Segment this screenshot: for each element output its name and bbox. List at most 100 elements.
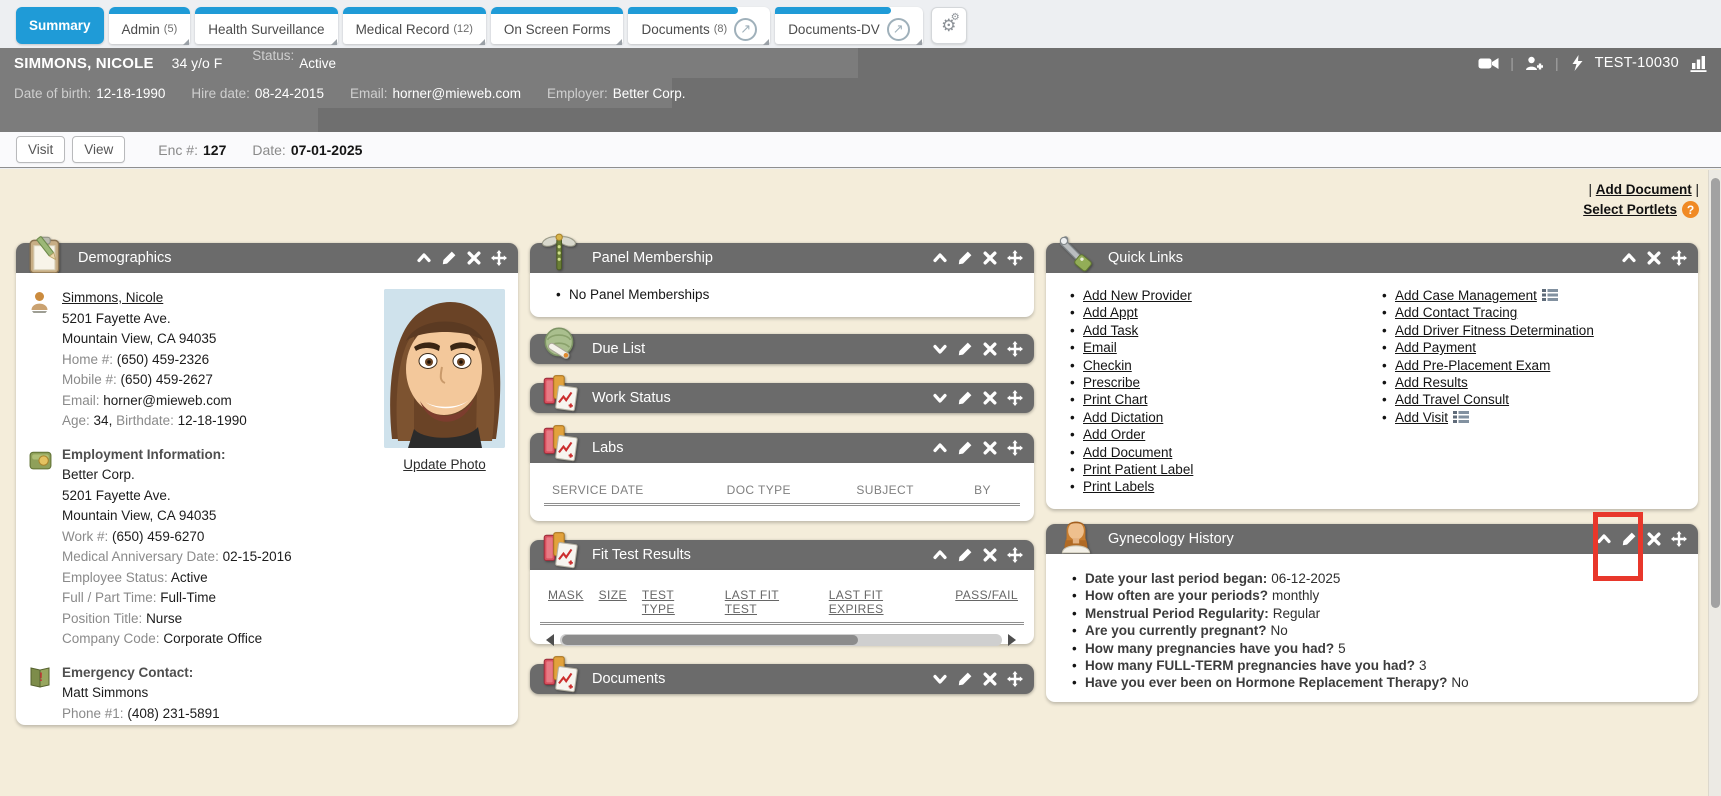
- tab-admin[interactable]: Admin (5): [109, 7, 191, 44]
- move-icon[interactable]: [1007, 341, 1023, 357]
- portlet-title: Gynecology History: [1108, 524, 1234, 554]
- tab-medical-record[interactable]: Medical Record (12): [343, 7, 486, 44]
- open-new-window-icon[interactable]: ↗: [734, 18, 757, 41]
- quick-link[interactable]: Add Case Management: [1395, 288, 1537, 303]
- close-icon[interactable]: [982, 390, 998, 406]
- quick-link[interactable]: Prescribe: [1083, 375, 1140, 390]
- quick-link-item: Add Case Management: [1378, 287, 1690, 304]
- close-icon[interactable]: [982, 250, 998, 266]
- close-icon[interactable]: [982, 341, 998, 357]
- move-icon[interactable]: [1007, 440, 1023, 456]
- fit-col-last-fit-expires[interactable]: LAST FIT EXPIRES: [829, 588, 941, 616]
- edit-pencil-icon[interactable]: [957, 341, 973, 357]
- tab-label: Documents: [641, 22, 709, 37]
- tab-documents-dv[interactable]: Documents-DV ↗: [775, 7, 923, 44]
- edit-pencil-icon[interactable]: [441, 250, 457, 266]
- employer-line: Better Corp.: [62, 467, 135, 482]
- add-document-link[interactable]: Add Document: [1596, 182, 1692, 197]
- collapse-icon[interactable]: [1621, 250, 1637, 266]
- add-person-icon[interactable]: [1525, 56, 1544, 71]
- quick-link[interactable]: Add Travel Consult: [1395, 392, 1509, 407]
- tab-documents[interactable]: Documents (8) ↗: [628, 7, 770, 44]
- scroll-left-arrow-icon[interactable]: [546, 634, 554, 646]
- close-icon[interactable]: [1646, 250, 1662, 266]
- expand-icon[interactable]: [932, 390, 948, 406]
- gyn-question: Menstrual Period Regularity:: [1085, 606, 1269, 621]
- quick-link[interactable]: Add Dictation: [1083, 410, 1163, 425]
- select-portlets-link[interactable]: Select Portlets: [1583, 202, 1677, 217]
- quick-link[interactable]: Add Payment: [1395, 340, 1476, 355]
- quick-link-item: Print Chart: [1066, 391, 1378, 408]
- portlet-header-panel-membership: Panel Membership: [530, 243, 1034, 273]
- edit-pencil-icon[interactable]: [957, 440, 973, 456]
- flowsheet-chart-icon[interactable]: [1690, 55, 1707, 72]
- quick-link[interactable]: Checkin: [1083, 358, 1132, 373]
- quick-link[interactable]: Add Pre-Placement Exam: [1395, 358, 1550, 373]
- open-new-window-icon[interactable]: ↗: [887, 18, 910, 41]
- quick-link[interactable]: Add Document: [1083, 445, 1172, 460]
- labs-col-doc-type[interactable]: DOC TYPE: [727, 483, 857, 497]
- labs-col-subject[interactable]: SUBJECT: [856, 483, 974, 497]
- edit-pencil-icon[interactable]: [957, 671, 973, 687]
- quick-link[interactable]: Add Contact Tracing: [1395, 305, 1517, 320]
- scrollbar-track[interactable]: [560, 634, 1002, 646]
- company-code-label: Company Code:: [62, 631, 160, 646]
- edit-pencil-icon[interactable]: [957, 390, 973, 406]
- close-icon[interactable]: [466, 250, 482, 266]
- quick-link[interactable]: Add New Provider: [1083, 288, 1192, 303]
- collapse-icon[interactable]: [932, 440, 948, 456]
- scroll-right-arrow-icon[interactable]: [1008, 634, 1016, 646]
- move-icon[interactable]: [491, 250, 507, 266]
- move-icon[interactable]: [1007, 390, 1023, 406]
- close-icon[interactable]: [982, 547, 998, 563]
- fit-col-size[interactable]: SIZE: [599, 588, 627, 616]
- page-scrollbar-thumb[interactable]: [1711, 178, 1720, 608]
- quick-link[interactable]: Print Patient Label: [1083, 462, 1193, 477]
- expand-icon[interactable]: [932, 671, 948, 687]
- quick-action-bolt-icon[interactable]: [1570, 55, 1584, 71]
- tab-settings-button[interactable]: ⚙ ⚙: [931, 7, 967, 44]
- quick-link[interactable]: Email: [1083, 340, 1117, 355]
- fit-col-mask[interactable]: MASK: [548, 588, 584, 616]
- fit-col-test-type[interactable]: TEST TYPE: [642, 588, 710, 616]
- quick-link[interactable]: Print Labels: [1083, 479, 1154, 494]
- page-vertical-scrollbar[interactable]: [1708, 170, 1721, 796]
- quick-link[interactable]: Add Results: [1395, 375, 1468, 390]
- edit-pencil-icon[interactable]: [957, 547, 973, 563]
- scrollbar-thumb[interactable]: [562, 635, 858, 645]
- fit-col-pass-fail[interactable]: PASS/FAIL: [955, 588, 1018, 616]
- close-icon[interactable]: [982, 440, 998, 456]
- fit-col-last-fit-test[interactable]: LAST FIT TEST: [725, 588, 814, 616]
- patient-name-link[interactable]: Simmons, Nicole: [62, 290, 163, 305]
- quick-link[interactable]: Add Appt: [1083, 305, 1138, 320]
- move-icon[interactable]: [1007, 547, 1023, 563]
- status-value: Active: [299, 56, 336, 71]
- move-icon[interactable]: [1671, 250, 1687, 266]
- view-button[interactable]: View: [72, 136, 125, 163]
- collapse-icon[interactable]: [416, 250, 432, 266]
- quick-link[interactable]: Add Order: [1083, 427, 1145, 442]
- collapse-icon[interactable]: [932, 547, 948, 563]
- expand-icon[interactable]: [932, 341, 948, 357]
- quick-link[interactable]: Add Driver Fitness Determination: [1395, 323, 1594, 338]
- move-icon[interactable]: [1007, 250, 1023, 266]
- quick-link[interactable]: Add Task: [1083, 323, 1138, 338]
- quick-link[interactable]: Add Visit: [1395, 410, 1448, 425]
- tab-summary[interactable]: Summary: [16, 7, 104, 44]
- close-icon[interactable]: [1646, 531, 1662, 547]
- video-camera-icon[interactable]: [1478, 56, 1499, 71]
- quick-link[interactable]: Print Chart: [1083, 392, 1148, 407]
- tab-health-surveillance[interactable]: Health Surveillance: [195, 7, 337, 44]
- labs-col-service-date[interactable]: SERVICE DATE: [552, 483, 727, 497]
- visit-button[interactable]: Visit: [16, 136, 65, 163]
- collapse-icon[interactable]: [932, 250, 948, 266]
- update-photo-link[interactable]: Update Photo: [403, 457, 486, 472]
- labs-col-by[interactable]: BY: [974, 483, 1014, 497]
- move-icon[interactable]: [1671, 531, 1687, 547]
- help-icon[interactable]: ?: [1682, 201, 1699, 218]
- edit-pencil-icon[interactable]: [957, 250, 973, 266]
- close-icon[interactable]: [982, 671, 998, 687]
- portlet-title: Demographics: [78, 243, 172, 273]
- move-icon[interactable]: [1007, 671, 1023, 687]
- tab-on-screen-forms[interactable]: On Screen Forms: [491, 7, 624, 44]
